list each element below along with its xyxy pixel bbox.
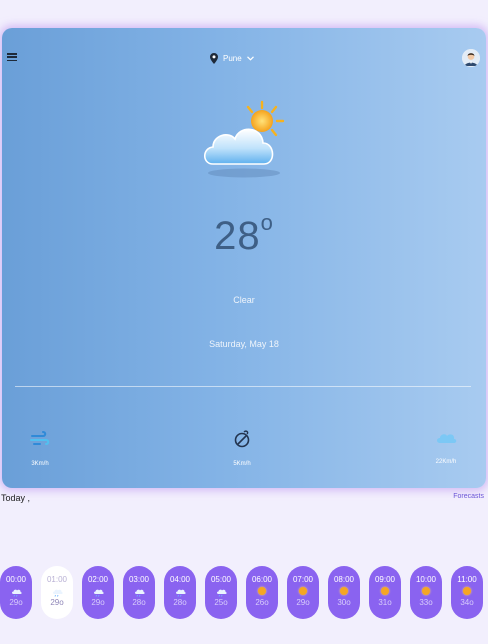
location-selector[interactable]: Pune [210, 51, 254, 65]
user-avatar-icon[interactable] [462, 49, 480, 67]
stat-value: 22Km/h [435, 459, 457, 465]
hourly-forecast-item[interactable]: 01:00 29o [41, 566, 73, 619]
hour-time: 01:00 [46, 575, 68, 584]
hour-temperature: 29o [296, 598, 310, 607]
sun-icon [379, 586, 391, 596]
location-pin-icon [210, 52, 218, 64]
hour-temperature: 31o [378, 598, 392, 607]
chevron-down-icon [246, 55, 254, 61]
stat-value: 5Km/h [233, 461, 251, 467]
cloud-icon [437, 434, 457, 443]
hour-temperature: 26o [255, 598, 269, 607]
hour-temperature: 28o [132, 598, 146, 607]
cloud-rain-icon [174, 586, 186, 597]
sun-icon [256, 586, 268, 596]
hourly-forecast-item[interactable]: 07:00 29o [287, 566, 319, 619]
hour-temperature: 30o [337, 598, 351, 607]
sun-icon [297, 586, 309, 596]
hour-time: 03:00 [128, 575, 150, 584]
partly-cloudy-icon [203, 100, 285, 178]
cloud-rain-icon [92, 586, 104, 597]
temperature-value: 28 [214, 214, 261, 258]
hourly-forecast-item[interactable]: 11:00 34o [451, 566, 483, 619]
weather-condition: Clear [233, 295, 255, 305]
hour-time: 05:00 [210, 575, 232, 584]
current-date: Saturday, May 18 [209, 339, 279, 349]
hourly-forecast-list: 00:00 29o 01:00 29o 02:00 29o 03:00 28o 04:00 28o… [0, 566, 488, 620]
stat-value: 3Km/h [31, 461, 49, 467]
cloud-rain-icon [51, 586, 63, 597]
hour-time: 11:00 [457, 575, 477, 584]
hourly-forecast-item[interactable]: 03:00 28o [123, 566, 155, 619]
location-name: Pune [223, 53, 242, 63]
hour-time: 07:00 [292, 575, 314, 584]
sun-icon [420, 586, 432, 596]
hour-time: 10:00 [415, 575, 437, 584]
hourly-forecast-item[interactable]: 00:00 29o [0, 566, 32, 619]
hour-time: 02:00 [87, 575, 109, 584]
hour-time: 08:00 [333, 575, 355, 584]
wind-gauge-icon [234, 430, 250, 448]
hour-temperature: 25o [214, 598, 228, 607]
hourly-forecast-item[interactable]: 06:00 26o [246, 566, 278, 619]
hourly-forecast-item[interactable]: 10:00 33o [410, 566, 442, 619]
current-temperature: 28o [2, 210, 486, 259]
cloud-rain-icon [133, 586, 145, 597]
divider [15, 386, 471, 387]
hour-time: 06:00 [251, 575, 273, 584]
hourly-forecast-item[interactable]: 08:00 30o [328, 566, 360, 619]
hour-temperature: 33o [419, 598, 433, 607]
hourly-forecast-item[interactable]: 02:00 29o [82, 566, 114, 619]
sun-icon [338, 586, 350, 596]
hour-time: 00:00 [5, 575, 27, 584]
hour-temperature: 29o [9, 598, 23, 607]
hourly-forecast-item[interactable]: 05:00 25o [205, 566, 237, 619]
hourly-forecast-item[interactable]: 09:00 31o [369, 566, 401, 619]
sun-icon [461, 586, 473, 596]
stat-cloud: 22Km/h [426, 430, 466, 468]
cloud-rain-icon [10, 586, 22, 597]
hour-temperature: 29o [91, 598, 105, 607]
menu-icon[interactable] [7, 53, 17, 62]
forecasts-link[interactable]: Forecasts [453, 493, 484, 500]
hour-temperature: 29o [50, 598, 64, 607]
hour-time: 09:00 [374, 575, 396, 584]
hour-temperature: 28o [173, 598, 187, 607]
wind-icon [30, 431, 50, 445]
hour-time: 04:00 [169, 575, 191, 584]
weather-card: Pune 28o Clear Saturday, May 18 3Km/h 5K… [2, 28, 486, 488]
degree-symbol: o [260, 210, 274, 235]
hour-temperature: 34o [460, 598, 474, 607]
today-label: Today , [1, 493, 31, 503]
stat-wind: 3Km/h [20, 430, 60, 470]
stat-wind-gauge: 5Km/h [222, 430, 262, 470]
hourly-forecast-item[interactable]: 04:00 28o [164, 566, 196, 619]
cloud-rain-icon [215, 586, 227, 597]
